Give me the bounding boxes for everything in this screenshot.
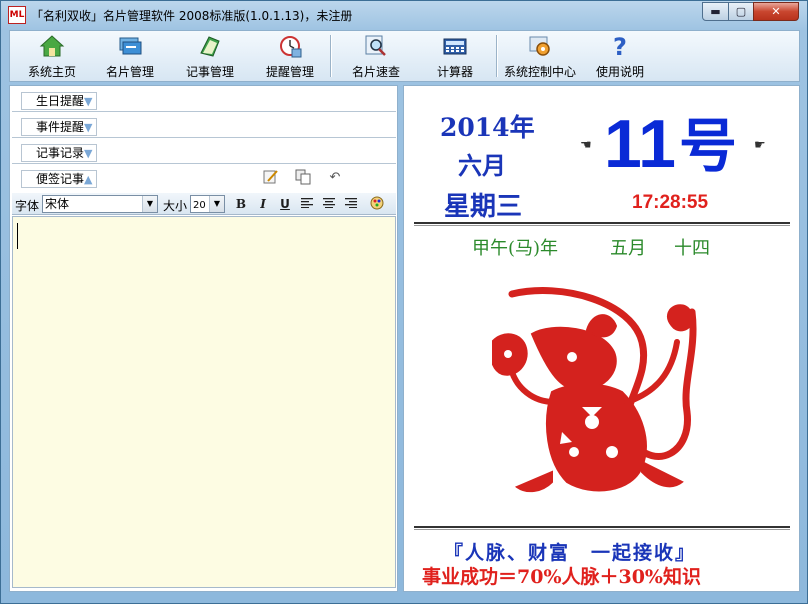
previous-day-icon[interactable]: ☚ — [580, 138, 592, 153]
alarm-clock-icon — [280, 36, 302, 58]
maximize-button[interactable]: ▢ — [728, 2, 754, 21]
bold-button[interactable]: B — [232, 196, 250, 212]
window-title: 「名利双收」名片管理软件 2008标准版(1.0.1.13)，未注册 — [31, 9, 353, 23]
current-time: 17:28:55 — [632, 192, 709, 213]
calendar-day: 11 — [604, 106, 676, 182]
toolbar-cards-button[interactable]: 名片管理 — [102, 33, 158, 79]
chevron-down-icon[interactable]: ▼ — [209, 196, 224, 212]
align-left-icon[interactable] — [298, 196, 316, 212]
toolbar-separator — [330, 35, 332, 77]
chevron-up-icon: ▲ — [84, 173, 93, 186]
calendar-year: 2014年 — [440, 113, 535, 142]
calendar-weekday: 星期三 — [444, 192, 523, 222]
slogan-line-1: 『人脉、财富 一起接收』 — [444, 542, 697, 564]
align-center-icon[interactable] — [320, 196, 338, 212]
underline-button[interactable]: U — [276, 196, 294, 212]
chevron-down-icon[interactable]: ▼ — [142, 196, 157, 212]
app-logo-icon[interactable]: ML — [8, 6, 26, 24]
app-window: ML 「名利双收」名片管理软件 2008标准版(1.0.1.13)，未注册 ▬ … — [0, 0, 808, 604]
align-right-icon[interactable] — [342, 196, 360, 212]
slogan-line-2: 事业成功＝70%人脉＋30%知识 — [422, 566, 701, 588]
section-birthday: 生日提醒▼ — [12, 88, 396, 112]
chevron-down-icon: ▼ — [84, 95, 93, 108]
chevron-down-icon: ▼ — [84, 147, 93, 160]
home-icon — [39, 35, 65, 57]
toolbar-separator — [496, 35, 498, 77]
calculator-icon — [443, 38, 467, 55]
left-panel: 生日提醒▼ 事件提醒▼ 记事记录▼ 便签记事▲ ↶ 字体 宋体 ▼ 大小 20 … — [9, 85, 398, 592]
main-toolbar: 系统主页 名片管理 记事管理 提醒管理 名片速查 计算器 系统控制中心 ? 使用… — [9, 30, 800, 82]
toolbar-notes-button[interactable]: 记事管理 — [182, 33, 238, 79]
undo-icon[interactable]: ↶ — [326, 169, 344, 187]
lunar-month: 五月 — [610, 238, 646, 259]
notebook-icon — [200, 36, 220, 57]
italic-button[interactable]: I — [254, 196, 272, 212]
title-bar[interactable]: ML 「名利双收」名片管理软件 2008标准版(1.0.1.13)，未注册 ▬ … — [1, 1, 807, 29]
calendar-panel: 2014年 六月 星期三 ☚ 11 号 ☛ 17:28:55 甲午(马)年 五月… — [403, 85, 800, 592]
font-select[interactable]: 宋体 ▼ — [42, 195, 158, 213]
section-events: 事件提醒▼ — [12, 114, 396, 138]
color-palette-icon[interactable] — [368, 196, 386, 212]
event-reminder-toggle[interactable]: 事件提醒▼ — [21, 118, 98, 136]
toolbar-calculator-button[interactable]: 计算器 — [430, 33, 480, 79]
minimize-button[interactable]: ▬ — [702, 2, 729, 21]
section-notes: 记事记录▼ — [12, 140, 396, 164]
calendar-month: 六月 — [458, 151, 506, 180]
font-size-select[interactable]: 20 ▼ — [190, 195, 225, 213]
copy-note-icon[interactable] — [294, 169, 312, 187]
note-records-toggle[interactable]: 记事记录▼ — [21, 144, 98, 162]
text-caret — [17, 223, 18, 249]
calendar-day-suffix: 号 — [679, 112, 738, 180]
sticky-note-editor[interactable] — [12, 216, 396, 588]
section-sticky: 便签记事▲ ↶ — [12, 166, 396, 190]
bottom-divider — [414, 526, 790, 530]
chevron-down-icon: ▼ — [84, 121, 93, 134]
toolbar-help-button[interactable]: ? 使用说明 — [594, 33, 646, 79]
svg-text:?: ? — [613, 33, 627, 59]
lunar-year: 甲午(马)年 — [472, 238, 559, 259]
font-label: 字体 — [15, 199, 40, 213]
toolbar-reminder-button[interactable]: 提醒管理 — [262, 33, 318, 79]
zodiac-papercut-image — [492, 287, 697, 493]
top-divider — [414, 222, 790, 226]
close-button[interactable]: ✕ — [753, 2, 799, 21]
edit-note-icon[interactable] — [262, 169, 280, 187]
magnifier-icon — [365, 35, 386, 56]
gear-icon — [529, 36, 550, 56]
help-icon: ? — [613, 33, 627, 59]
toolbar-quicksearch-button[interactable]: 名片速查 — [348, 33, 404, 79]
birthday-reminder-toggle[interactable]: 生日提醒▼ — [21, 92, 98, 110]
sticky-notes-toggle[interactable]: 便签记事▲ — [21, 170, 98, 188]
next-day-icon[interactable]: ☛ — [754, 138, 766, 153]
toolbar-control-center-button[interactable]: 系统控制中心 — [502, 33, 578, 79]
toolbar-home-button[interactable]: 系统主页 — [24, 33, 80, 79]
cards-icon — [119, 37, 142, 55]
size-label: 大小 — [163, 199, 188, 213]
format-toolbar: 字体 宋体 ▼ 大小 20 ▼ B I U — [12, 193, 396, 215]
lunar-day: 十四 — [674, 238, 710, 259]
